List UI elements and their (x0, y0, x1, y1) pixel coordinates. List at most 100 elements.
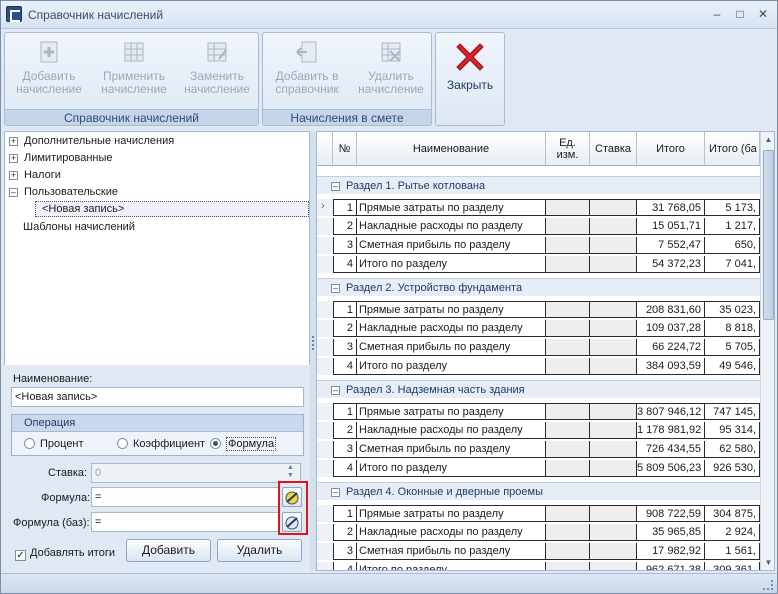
expand-icon[interactable]: + (9, 154, 18, 163)
add-totals-checkbox[interactable]: ✓ Добавлять итоги (15, 546, 115, 561)
scroll-thumb[interactable] (763, 150, 774, 320)
row-indicator[interactable] (317, 256, 333, 273)
grid-cell[interactable]: Накладные расходы по разделу (357, 320, 546, 337)
grid-cell[interactable]: 4 (333, 358, 357, 375)
grid-cell[interactable]: 3 (333, 237, 357, 254)
grid-cell[interactable] (590, 320, 637, 337)
row-indicator[interactable] (317, 358, 333, 375)
grid-cell[interactable]: 49 546, (705, 358, 760, 375)
grid-cell[interactable]: 1 561, (705, 543, 760, 560)
grid-cell[interactable]: Итого по разделу (357, 562, 546, 570)
grid-cell[interactable]: Прямые затраты по разделу (357, 403, 546, 420)
row-indicator[interactable] (317, 237, 333, 254)
grid-cell[interactable]: 95 314, (705, 422, 760, 439)
grid-cell[interactable]: Сметная прибыль по разделу (357, 543, 546, 560)
minimize-icon[interactable]: – (709, 6, 725, 22)
delete-charge-button[interactable]: Удалить начисление (351, 39, 431, 109)
grid-cell[interactable]: Прямые затраты по разделу (357, 505, 546, 522)
add-button[interactable]: Добавить (126, 539, 211, 562)
grid-cell[interactable]: 2 (333, 218, 357, 235)
grid-cell[interactable] (590, 460, 637, 477)
grid-cell[interactable] (590, 543, 637, 560)
grid-cell[interactable] (546, 562, 590, 570)
grid-cell[interactable]: 962 671,38 (637, 562, 705, 570)
grid-cell[interactable]: 747 145, (705, 403, 760, 420)
row-indicator[interactable] (317, 524, 333, 541)
grid-section[interactable]: – Раздел 2. Устройство фундамента (317, 278, 760, 296)
grid-header-name[interactable]: Наименование (357, 132, 546, 166)
grid-cell[interactable]: 8 818, (705, 320, 760, 337)
grid-header-total-base[interactable]: Итого (ба (705, 132, 760, 166)
grid-scrollbar[interactable]: ▲ ▼ (760, 132, 774, 570)
row-indicator[interactable]: › (317, 199, 333, 216)
grid-cell[interactable]: 3 (333, 543, 357, 560)
grid-cell[interactable] (590, 524, 637, 541)
grid-cell[interactable]: 4 (333, 562, 357, 570)
grid-cell[interactable] (546, 422, 590, 439)
collapse-icon[interactable]: – (331, 182, 340, 191)
grid-cell[interactable]: Сметная прибыль по разделу (357, 441, 546, 458)
grid-cell[interactable]: Прямые затраты по разделу (357, 301, 546, 318)
grid-cell[interactable]: 62 580, (705, 441, 760, 458)
row-indicator[interactable] (317, 422, 333, 439)
grid-cell[interactable] (590, 237, 637, 254)
grid-cell[interactable]: 208 831,60 (637, 301, 705, 318)
grid-cell[interactable]: 4 (333, 256, 357, 273)
grid-cell[interactable]: 5 173, (705, 199, 760, 216)
grid-cell[interactable]: Итого по разделу (357, 358, 546, 375)
add-charge-button[interactable]: Добавить начисление (9, 39, 89, 109)
grid-cell[interactable]: Сметная прибыль по разделу (357, 339, 546, 356)
grid-cell[interactable]: 3 (333, 441, 357, 458)
grid-cell[interactable]: 908 722,59 (637, 505, 705, 522)
add-to-catalog-button[interactable]: Добавить в справочник (267, 39, 347, 109)
grid-cell[interactable] (590, 301, 637, 318)
grid-cell[interactable]: 1 (333, 199, 357, 216)
grid-cell[interactable]: 66 224,72 (637, 339, 705, 356)
formula-field[interactable]: = (91, 487, 279, 507)
grid-cell[interactable]: Накладные расходы по разделу (357, 218, 546, 235)
tree-item[interactable]: + Дополнительные начисления (9, 133, 174, 150)
row-indicator[interactable] (317, 218, 333, 235)
radio-percent[interactable]: Процент (24, 436, 84, 452)
grid-cell[interactable]: 7 041, (705, 256, 760, 273)
grid-cell[interactable] (590, 562, 637, 570)
grid-cell[interactable]: 2 (333, 524, 357, 541)
grid-cell[interactable]: 3 807 946,12 (637, 403, 705, 420)
grid-cell[interactable]: 304 875, (705, 505, 760, 522)
grid-cell[interactable]: 1 (333, 505, 357, 522)
replace-charge-button[interactable]: Заменить начисление (177, 39, 257, 109)
grid-header-rate[interactable]: Ставка (590, 132, 637, 166)
grid-cell[interactable]: Итого по разделу (357, 460, 546, 477)
close-button[interactable]: Закрыть (438, 39, 502, 109)
grid-cell[interactable] (546, 505, 590, 522)
formula-base-field[interactable]: = (91, 512, 279, 532)
grid-cell[interactable]: 7 552,47 (637, 237, 705, 254)
tree-item[interactable]: + Налоги (9, 167, 61, 184)
radio-coefficient[interactable]: Коэффициент (117, 436, 205, 452)
rate-field[interactable]: 0 (91, 463, 301, 483)
grid-cell[interactable]: 35 965,85 (637, 524, 705, 541)
maximize-icon[interactable]: □ (732, 6, 748, 22)
collapse-icon[interactable]: – (331, 386, 340, 395)
tree-item[interactable]: + Лимитированные (9, 150, 113, 167)
expand-icon[interactable]: + (9, 171, 18, 180)
grid-cell[interactable] (590, 218, 637, 235)
tree-item[interactable]: – Пользовательские (9, 184, 118, 201)
grid-cell[interactable]: 1 (333, 403, 357, 420)
grid-cell[interactable]: 1 217, (705, 218, 760, 235)
grid-cell[interactable]: 4 (333, 460, 357, 477)
row-indicator[interactable] (317, 339, 333, 356)
grid-cell[interactable] (546, 358, 590, 375)
row-indicator[interactable] (317, 543, 333, 560)
grid-cell[interactable] (546, 320, 590, 337)
grid-cell[interactable]: 384 093,59 (637, 358, 705, 375)
grid-header-num[interactable]: № (333, 132, 357, 166)
row-indicator[interactable] (317, 403, 333, 420)
tree-item-new-record[interactable]: <Новая запись> (35, 201, 309, 217)
close-icon[interactable]: ✕ (755, 6, 771, 22)
grid-cell[interactable]: 5 705, (705, 339, 760, 356)
grid-cell[interactable]: 31 768,05 (637, 199, 705, 216)
grid-cell[interactable] (546, 403, 590, 420)
tree-item-templates[interactable]: Шаблоны начислений (23, 219, 135, 236)
grid-cell[interactable]: 5 809 506,23 (637, 460, 705, 477)
